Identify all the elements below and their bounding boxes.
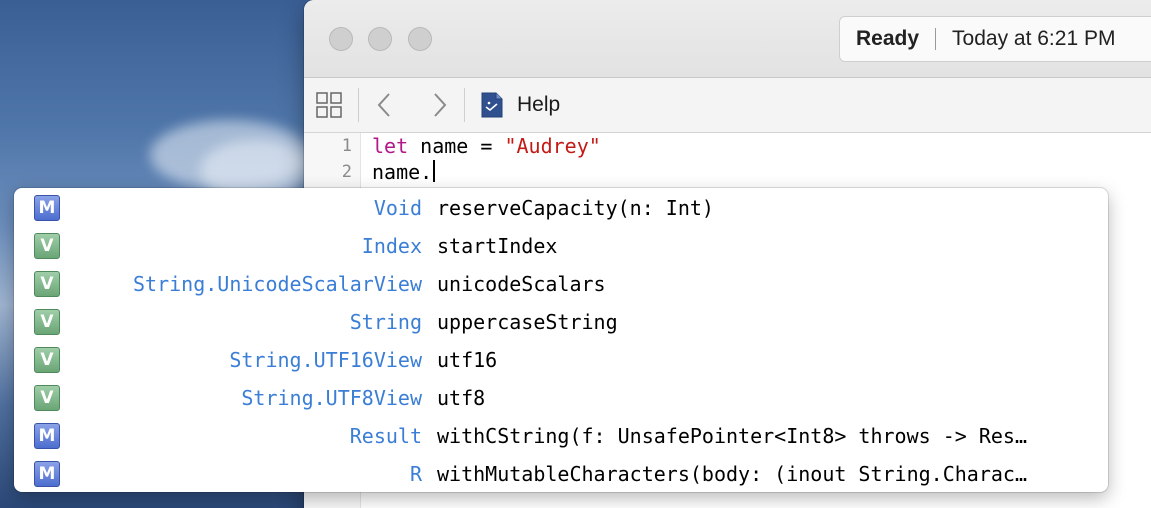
activity-time: Today at 6:21 PM: [952, 27, 1116, 50]
completion-name: uppercaseString: [437, 310, 618, 334]
breadcrumb-help[interactable]: Help: [517, 93, 560, 117]
text-caret: [433, 160, 436, 182]
title-bar: Ready Today at 6:21 PM: [304, 0, 1151, 78]
close-window-button[interactable]: [329, 27, 353, 51]
minimize-window-button[interactable]: [368, 27, 392, 51]
method-kind-icon: M: [34, 423, 60, 449]
plain-token: name =: [408, 134, 505, 158]
completion-item[interactable]: V Index startIndex: [14, 227, 1108, 265]
completion-item[interactable]: V String.UTF16View utf16: [14, 341, 1108, 379]
completion-return-type: String.UTF8View: [241, 386, 422, 410]
completion-item[interactable]: V String uppercaseString: [14, 303, 1108, 341]
completion-return-type: String: [349, 310, 422, 334]
completion-item[interactable]: M R withMutableCharacters(body: (inout S…: [14, 455, 1108, 492]
activity-divider: [935, 28, 937, 50]
variable-kind-icon: V: [34, 347, 60, 373]
completion-return-type: String.UTF16View: [229, 348, 422, 372]
variable-kind-icon: V: [34, 271, 60, 297]
completion-name: utf16: [437, 348, 498, 372]
keyword-token: let: [372, 134, 409, 158]
toolbar-divider: [464, 88, 465, 122]
activity-status: Ready: [856, 27, 920, 50]
completion-name: unicodeScalars: [437, 272, 606, 296]
back-chevron-icon[interactable]: [374, 90, 396, 120]
line-number: 1: [341, 136, 352, 156]
completion-return-type: Result: [349, 424, 422, 448]
code-completion-popup: M Void reserveCapacity(n: Int) V Index s…: [14, 188, 1108, 492]
completion-return-type: String.UnicodeScalarView: [133, 272, 422, 296]
completion-name: reserveCapacity(n: Int): [437, 196, 714, 220]
completion-name: withMutableCharacters(body: (inout Strin…: [437, 462, 1028, 486]
completion-name: utf8: [437, 386, 486, 410]
variable-kind-icon: V: [34, 385, 60, 411]
completion-name: startIndex: [437, 234, 558, 258]
completion-item[interactable]: M Void reserveCapacity(n: Int): [14, 189, 1108, 227]
variable-kind-icon: V: [34, 233, 60, 259]
completion-name: withCString(f: UnsafePointer<Int8> throw…: [437, 424, 1028, 448]
plain-token: name.: [372, 160, 433, 184]
related-items-grid-icon[interactable]: [316, 92, 342, 118]
activity-viewer: Ready Today at 6:21 PM: [839, 16, 1151, 62]
completion-item[interactable]: V String.UTF8View utf8: [14, 379, 1108, 417]
jump-bar: Help: [304, 78, 1151, 133]
code-text: let name = "Audrey": [372, 133, 601, 159]
line-number: 2: [341, 162, 352, 182]
zoom-window-button[interactable]: [408, 27, 432, 51]
forward-chevron-icon[interactable]: [428, 90, 450, 120]
swift-file-icon: [481, 92, 503, 118]
method-kind-icon: M: [34, 195, 60, 221]
completion-return-type: Void: [373, 196, 422, 220]
completion-item[interactable]: V String.UnicodeScalarView unicodeScalar…: [14, 265, 1108, 303]
completion-item[interactable]: M Result withCString(f: UnsafePointer<In…: [14, 417, 1108, 455]
code-text: name.: [372, 159, 436, 185]
string-literal-token: "Audrey": [504, 134, 601, 158]
method-kind-icon: M: [34, 461, 60, 487]
variable-kind-icon: V: [34, 309, 60, 335]
completion-return-type: Index: [361, 234, 422, 258]
completion-return-type: R: [409, 462, 422, 486]
toolbar-divider: [358, 88, 359, 122]
